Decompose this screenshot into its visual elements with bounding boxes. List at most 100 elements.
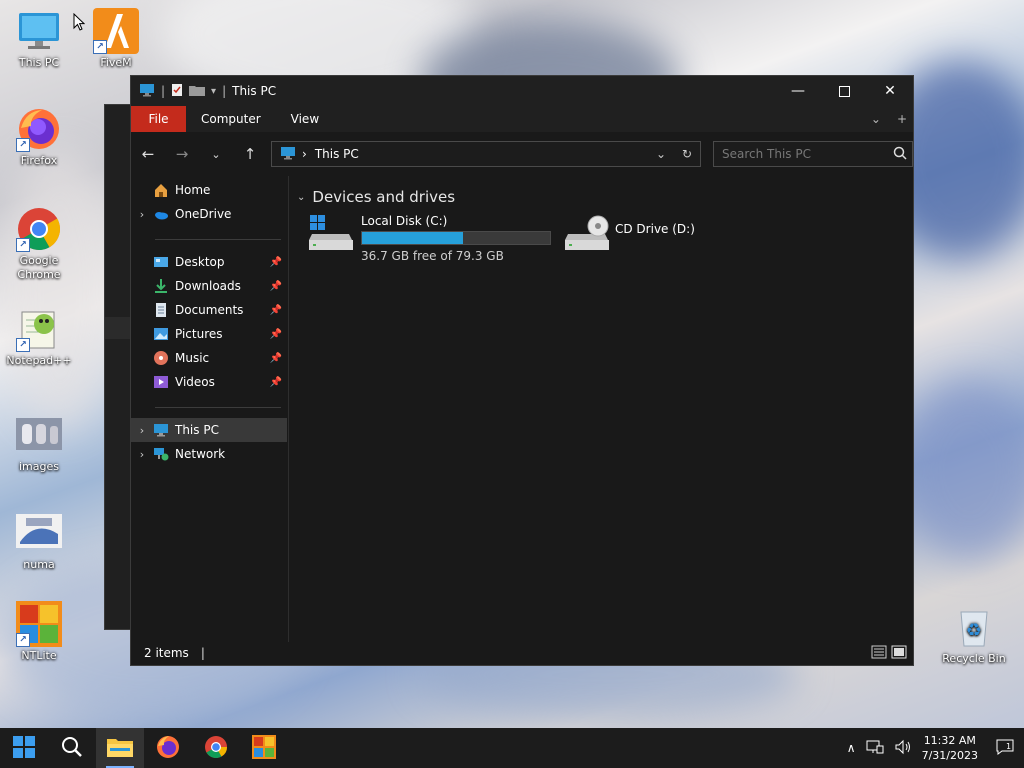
large-icons-view-icon[interactable] (891, 645, 907, 662)
details-view-icon[interactable] (871, 645, 887, 662)
desktop-icon-images[interactable]: images (1, 412, 77, 474)
show-hidden-icons-chevron-icon[interactable]: ∧ (847, 741, 856, 755)
expand-chevron-icon[interactable]: › (131, 208, 153, 221)
expand-chevron-icon[interactable]: › (131, 448, 153, 461)
expand-chevron-icon[interactable]: › (131, 424, 153, 437)
sidebar-item-this-pc[interactable]: › This PC (131, 418, 287, 442)
search-button[interactable] (48, 728, 96, 768)
file-explorer-window: | ▾ | This PC — ✕ File Computer View ⌄ +… (130, 75, 914, 666)
search-box[interactable] (713, 141, 913, 167)
image-thumbnail-icon (16, 412, 62, 458)
desktop-icon-recycle-bin[interactable]: ♻ Recycle Bin (936, 604, 1012, 666)
close-button[interactable]: ✕ (867, 76, 913, 106)
pin-icon[interactable]: 📌 (270, 353, 282, 364)
svg-text:♻: ♻ (966, 620, 982, 641)
forward-button[interactable]: → (165, 145, 199, 163)
desktop-icon-label: FiveM (100, 56, 132, 69)
notifications-icon[interactable]: 1 (996, 738, 1014, 759)
item-count: 2 items (144, 646, 189, 660)
nav-divider (155, 407, 281, 408)
sidebar-item-label: Documents (175, 303, 244, 317)
shortcut-arrow-icon: ↗ (16, 338, 30, 352)
sidebar-item-label: Downloads (175, 279, 241, 293)
network-icon (153, 446, 169, 462)
back-button[interactable]: ← (131, 145, 165, 163)
shortcut-arrow-icon: ↗ (93, 40, 107, 54)
sidebar-item-downloads[interactable]: Downloads 📌 (131, 274, 287, 298)
plus-icon[interactable]: + (897, 112, 907, 126)
navigation-bar: ← → ⌄ ↑ › This PC ⌄ ↻ (131, 132, 913, 176)
sidebar-item-label: Desktop (175, 255, 225, 269)
quick-access-toolbar: | ▾ | (139, 83, 226, 100)
desktop-icon-label: This PC (18, 56, 60, 69)
desktop-folder-icon (153, 254, 169, 270)
clock[interactable]: 11:32 AM 7/31/2023 (922, 733, 978, 763)
taskbar-firefox[interactable] (144, 728, 192, 768)
status-bar: 2 items | (131, 641, 913, 665)
volume-icon[interactable] (894, 739, 912, 758)
desktop-icon-ntlite[interactable]: ↗ NTLite (1, 601, 77, 663)
sidebar-item-videos[interactable]: Videos 📌 (131, 370, 287, 394)
sidebar-item-onedrive[interactable]: › OneDrive (131, 202, 287, 226)
properties-icon[interactable] (171, 83, 183, 100)
group-header-devices[interactable]: ⌄ Devices and drives (297, 188, 455, 206)
sidebar-item-home[interactable]: Home (131, 178, 287, 202)
desktop-icon-firefox[interactable]: ↗ Firefox (1, 106, 77, 168)
content-pane: ⌄ Devices and drives Local Disk (C:) 36.… (289, 176, 913, 642)
maximize-button[interactable] (821, 76, 867, 106)
up-button[interactable]: ↑ (233, 145, 267, 163)
sidebar-item-network[interactable]: › Network (131, 442, 287, 466)
taskbar-chrome[interactable] (192, 728, 240, 768)
address-history-chevron-icon[interactable]: ⌄ (648, 147, 674, 161)
customize-quick-access-chevron-icon[interactable]: ▾ (211, 86, 216, 97)
desktop-icon-label: Firefox (20, 154, 58, 167)
picture-icon (153, 326, 169, 342)
expand-ribbon-chevron-icon[interactable]: ⌄ (871, 112, 881, 126)
breadcrumb-separator[interactable]: › (302, 147, 307, 161)
network-tray-icon[interactable] (866, 739, 884, 758)
desktop-icon-this-pc[interactable]: This PC (1, 8, 77, 70)
tab-computer[interactable]: Computer (186, 112, 276, 126)
pin-icon[interactable]: 📌 (270, 281, 282, 292)
drive-d[interactable]: CD Drive (D:) (565, 214, 695, 255)
desktop-icon-fivem[interactable]: ↗ FiveM (78, 8, 154, 70)
pin-icon[interactable]: 📌 (270, 257, 282, 268)
pin-icon[interactable]: 📌 (270, 329, 282, 340)
sidebar-item-pictures[interactable]: Pictures 📌 (131, 322, 287, 346)
search-icon (61, 736, 83, 761)
sidebar-item-desktop[interactable]: Desktop 📌 (131, 250, 287, 274)
refresh-icon[interactable]: ↻ (674, 147, 700, 161)
collapse-chevron-icon[interactable]: ⌄ (297, 192, 305, 203)
taskbar-file-explorer[interactable] (96, 728, 144, 768)
drive-usage-bar (361, 231, 551, 245)
group-title: Devices and drives (312, 188, 456, 206)
tab-view[interactable]: View (276, 112, 334, 126)
drive-c[interactable]: Local Disk (C:) 36.7 GB free of 79.3 GB (309, 214, 551, 263)
minimize-button[interactable]: — (775, 76, 821, 106)
address-bar[interactable]: › This PC ⌄ ↻ (271, 141, 701, 167)
drive-free-space: 36.7 GB free of 79.3 GB (361, 249, 504, 263)
pin-icon[interactable]: 📌 (270, 305, 282, 316)
desktop-icon-label: Recycle Bin (942, 652, 1006, 665)
tab-file[interactable]: File (131, 106, 186, 132)
start-button[interactable] (0, 728, 48, 768)
title-bar[interactable]: | ▾ | This PC — ✕ (131, 76, 913, 106)
firefox-icon (156, 735, 180, 762)
desktop-icon-notepadpp[interactable]: ↗ Notepad++ (1, 306, 77, 368)
desktop-icon-label: Google Chrome (17, 254, 61, 281)
image-thumbnail-icon (16, 510, 62, 556)
shortcut-arrow-icon: ↗ (16, 633, 30, 647)
breadcrumb-this-pc[interactable]: This PC (315, 147, 359, 161)
search-input[interactable] (720, 146, 884, 162)
desktop-icon-chrome[interactable]: ↗ Google Chrome (1, 206, 77, 282)
search-icon[interactable] (893, 146, 907, 163)
sidebar-item-documents[interactable]: Documents 📌 (131, 298, 287, 322)
sidebar-item-music[interactable]: Music 📌 (131, 346, 287, 370)
new-folder-icon[interactable] (189, 84, 206, 99)
desktop-icon-numa[interactable]: numa (1, 510, 77, 572)
recent-locations-button[interactable]: ⌄ (199, 148, 233, 161)
sidebar-item-label: Network (175, 447, 226, 461)
chevron-down-icon: ⌄ (211, 147, 221, 161)
pin-icon[interactable]: 📌 (270, 377, 282, 388)
taskbar-ntlite[interactable] (240, 728, 288, 768)
